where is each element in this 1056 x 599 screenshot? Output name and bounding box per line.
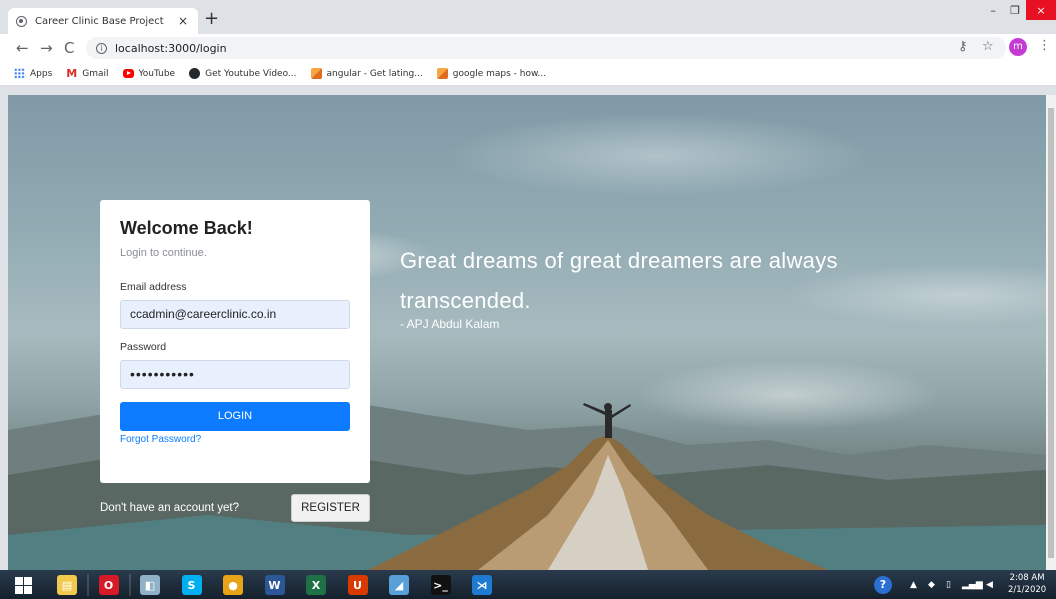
help-icon[interactable]: ? [874,570,892,599]
address-bar[interactable]: i localhost:3000/login [86,37,1006,59]
login-card: Welcome Back! Login to continue. Email a… [100,200,370,483]
tab-close-icon[interactable]: × [176,14,190,28]
taskbar-app[interactable]: S [175,573,209,597]
close-window-button[interactable]: × [1026,0,1056,20]
taskbar-app[interactable]: U [341,573,375,597]
back-icon[interactable]: ← [16,39,29,57]
vscode-icon: ⋊ [472,575,492,595]
browser-toolbar: ← → C i localhost:3000/login ⚷ ☆ [0,34,1056,62]
bookmark-label: google maps - how... [452,68,547,79]
clock-time: 2:08 AM [1009,573,1045,583]
maximize-button[interactable]: ❐ [1004,0,1026,20]
bookmark-label: YouTube [138,68,176,79]
apps-icon [14,68,25,79]
battery-icon[interactable]: ▯ [946,570,951,599]
password-field[interactable]: ••••••••••• [120,360,350,389]
taskbar-app[interactable]: ◢ [382,573,416,597]
start-button[interactable] [6,573,40,597]
quote-text: Great dreams of great dreamers are alway… [400,248,838,313]
taskbar: ▤ O ◧ S ● W X U ◢ >_ ⋊ ? ▲ ◆ ▯ ▂▄▆ ◀ 2:08 AM 2/1/2… [0,570,1056,599]
bookmark-label: Gmail [82,68,109,79]
bookmark-label: Get Youtube Video... [205,68,297,79]
excel-icon: X [306,575,326,595]
cmd-icon: >_ [430,575,451,595]
windows-icon [14,576,32,594]
chrome-icon: ● [223,575,243,595]
profile-avatar[interactable]: m [1009,38,1027,56]
forgot-password-link[interactable]: Forgot Password? [120,434,350,445]
stackoverflow-icon [436,68,448,79]
bookmarks-bar: Apps M Gmail YouTube Get Youtube Video..… [0,62,1056,86]
star-icon[interactable]: ☆ [982,39,994,54]
globe-icon [16,15,27,27]
scrollbar-thumb[interactable] [1048,108,1054,558]
volume-icon[interactable]: ◀ [986,570,993,599]
taskbar-app[interactable]: ● [216,573,250,597]
taskbar-app[interactable]: X [299,573,333,597]
bookmark-google-maps[interactable]: google maps - how... [436,68,547,79]
page-viewport: Welcome Back! Login to continue. Email a… [8,95,1046,570]
office-icon: U [347,575,368,595]
taskbar-app[interactable]: O [92,573,126,597]
bookmark-github[interactable]: Get Youtube Video... [189,68,297,79]
browser-titlebar: Career Clinic Base Project × + – ❐ × [0,0,1056,34]
dropbox-icon[interactable]: ◆ [928,570,935,599]
tray-expand-icon[interactable]: ▲ [910,570,917,599]
login-button[interactable]: LOGIN [120,402,350,431]
file-explorer-icon: ▤ [57,575,77,595]
bookmark-label: Apps [30,68,53,79]
register-button[interactable]: REGISTER [291,494,370,522]
minimize-button[interactable]: – [982,0,1004,20]
bookmark-gmail[interactable]: M Gmail [66,68,108,79]
bookmark-angular[interactable]: angular - Get lating... [310,68,423,79]
system-clock[interactable]: 2:08 AM 2/1/2020 [1008,572,1046,596]
key-icon[interactable]: ⚷ [958,39,968,54]
info-icon[interactable]: i [96,42,107,54]
bookmark-label: angular - Get lating... [326,68,423,79]
bookmark-apps[interactable]: Apps [14,68,52,79]
clock-date: 2/1/2020 [1008,585,1047,595]
menu-icon[interactable]: ⋮ [1038,38,1051,53]
register-prompt: Don't have an account yet? [100,502,240,514]
taskbar-separator [128,574,131,596]
notepad-icon: ◢ [389,575,409,595]
quote-author: - APJ Abdul Kalam [400,317,500,331]
opera-icon: O [98,575,119,595]
network-icon[interactable]: ▂▄▆ [962,570,983,599]
url-text: localhost:3000/login [115,41,227,55]
bookmark-youtube[interactable]: YouTube [122,68,176,79]
taskbar-app[interactable]: >_ [424,573,458,597]
youtube-icon [122,69,134,78]
reload-icon[interactable]: C [64,39,74,57]
taskbar-app[interactable]: ⋊ [465,573,499,597]
new-tab-button[interactable]: + [204,10,219,28]
taskbar-app[interactable]: ◧ [133,573,167,597]
taskbar-separator [87,574,89,596]
word-icon: W [264,575,285,595]
taskbar-app[interactable]: ▤ [50,573,84,597]
password-label: Password [120,341,167,353]
browser-tab[interactable]: Career Clinic Base Project × [8,8,198,34]
skype-icon: S [181,575,202,595]
photos-icon: ◧ [140,575,160,595]
email-field[interactable]: ccadmin@careerclinic.co.in [120,300,350,329]
login-heading: Welcome Back! [120,218,253,238]
stackoverflow-icon [310,68,322,79]
gmail-icon: M [66,67,78,80]
email-label: Email address [120,281,187,293]
taskbar-app[interactable]: W [258,573,292,597]
github-icon [189,68,201,79]
login-subtitle: Login to continue. [120,247,207,259]
forward-icon[interactable]: → [40,39,53,57]
tab-title: Career Clinic Base Project [35,15,164,27]
